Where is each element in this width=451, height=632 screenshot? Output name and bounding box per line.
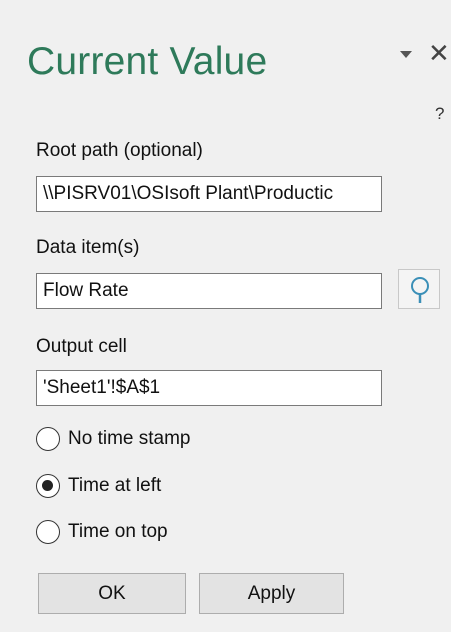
radio-label: No time stamp: [68, 428, 191, 449]
search-icon: [411, 277, 429, 303]
radio-button[interactable]: [36, 520, 60, 544]
current-value-pane: Current Value ✕ ? Root path (optional) D…: [0, 0, 451, 632]
data-items-label: Data item(s): [36, 237, 140, 258]
root-path-input[interactable]: [36, 176, 382, 212]
radio-button-selected[interactable]: [36, 474, 60, 498]
data-item-search-button[interactable]: [398, 269, 440, 309]
radio-selected-dot: [42, 480, 53, 491]
radio-label: Time at left: [68, 475, 162, 496]
ok-button[interactable]: OK: [38, 573, 186, 614]
radio-label: Time on top: [68, 521, 168, 542]
root-path-label: Root path (optional): [36, 140, 203, 161]
output-cell-input[interactable]: [36, 370, 382, 406]
pane-options-chevron-icon[interactable]: [398, 46, 414, 62]
pane-title: Current Value: [27, 40, 268, 83]
radio-button[interactable]: [36, 427, 60, 451]
output-cell-label: Output cell: [36, 336, 127, 357]
data-items-input[interactable]: [36, 273, 382, 309]
help-icon[interactable]: ?: [435, 104, 444, 124]
apply-button[interactable]: Apply: [199, 573, 344, 614]
close-icon[interactable]: ✕: [428, 40, 451, 66]
